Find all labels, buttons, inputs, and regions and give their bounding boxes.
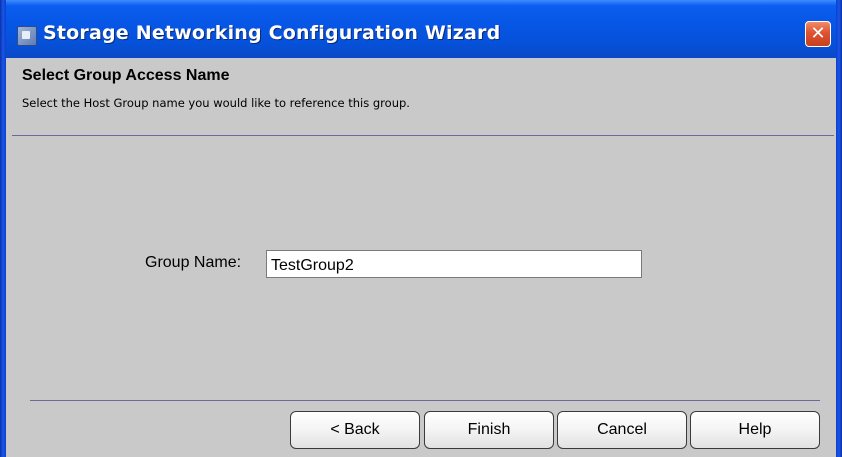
group-name-input[interactable] [266,250,642,278]
window-title: Storage Networking Configuration Wizard [43,22,501,44]
wizard-window: Storage Networking Configuration Wizard … [0,0,842,457]
cancel-button[interactable]: Cancel [557,411,687,449]
group-name-label: Group Name: [145,254,242,271]
page-heading: Select Group Access Name [22,67,230,84]
footer-divider [30,400,820,401]
back-button[interactable]: < Back [290,411,420,449]
window-frame-right [836,0,842,457]
page-instruction: Select the Host Group name you would lik… [22,96,410,110]
finish-button[interactable]: Finish [424,411,554,449]
close-button[interactable]: ✕ [805,21,831,47]
app-window-icon [17,26,37,46]
header-divider [12,135,834,136]
wizard-content: Select Group Access Name Select the Host… [6,58,836,457]
title-bar[interactable]: Storage Networking Configuration Wizard … [0,0,842,58]
close-icon: ✕ [810,23,826,44]
help-button[interactable]: Help [690,411,820,449]
